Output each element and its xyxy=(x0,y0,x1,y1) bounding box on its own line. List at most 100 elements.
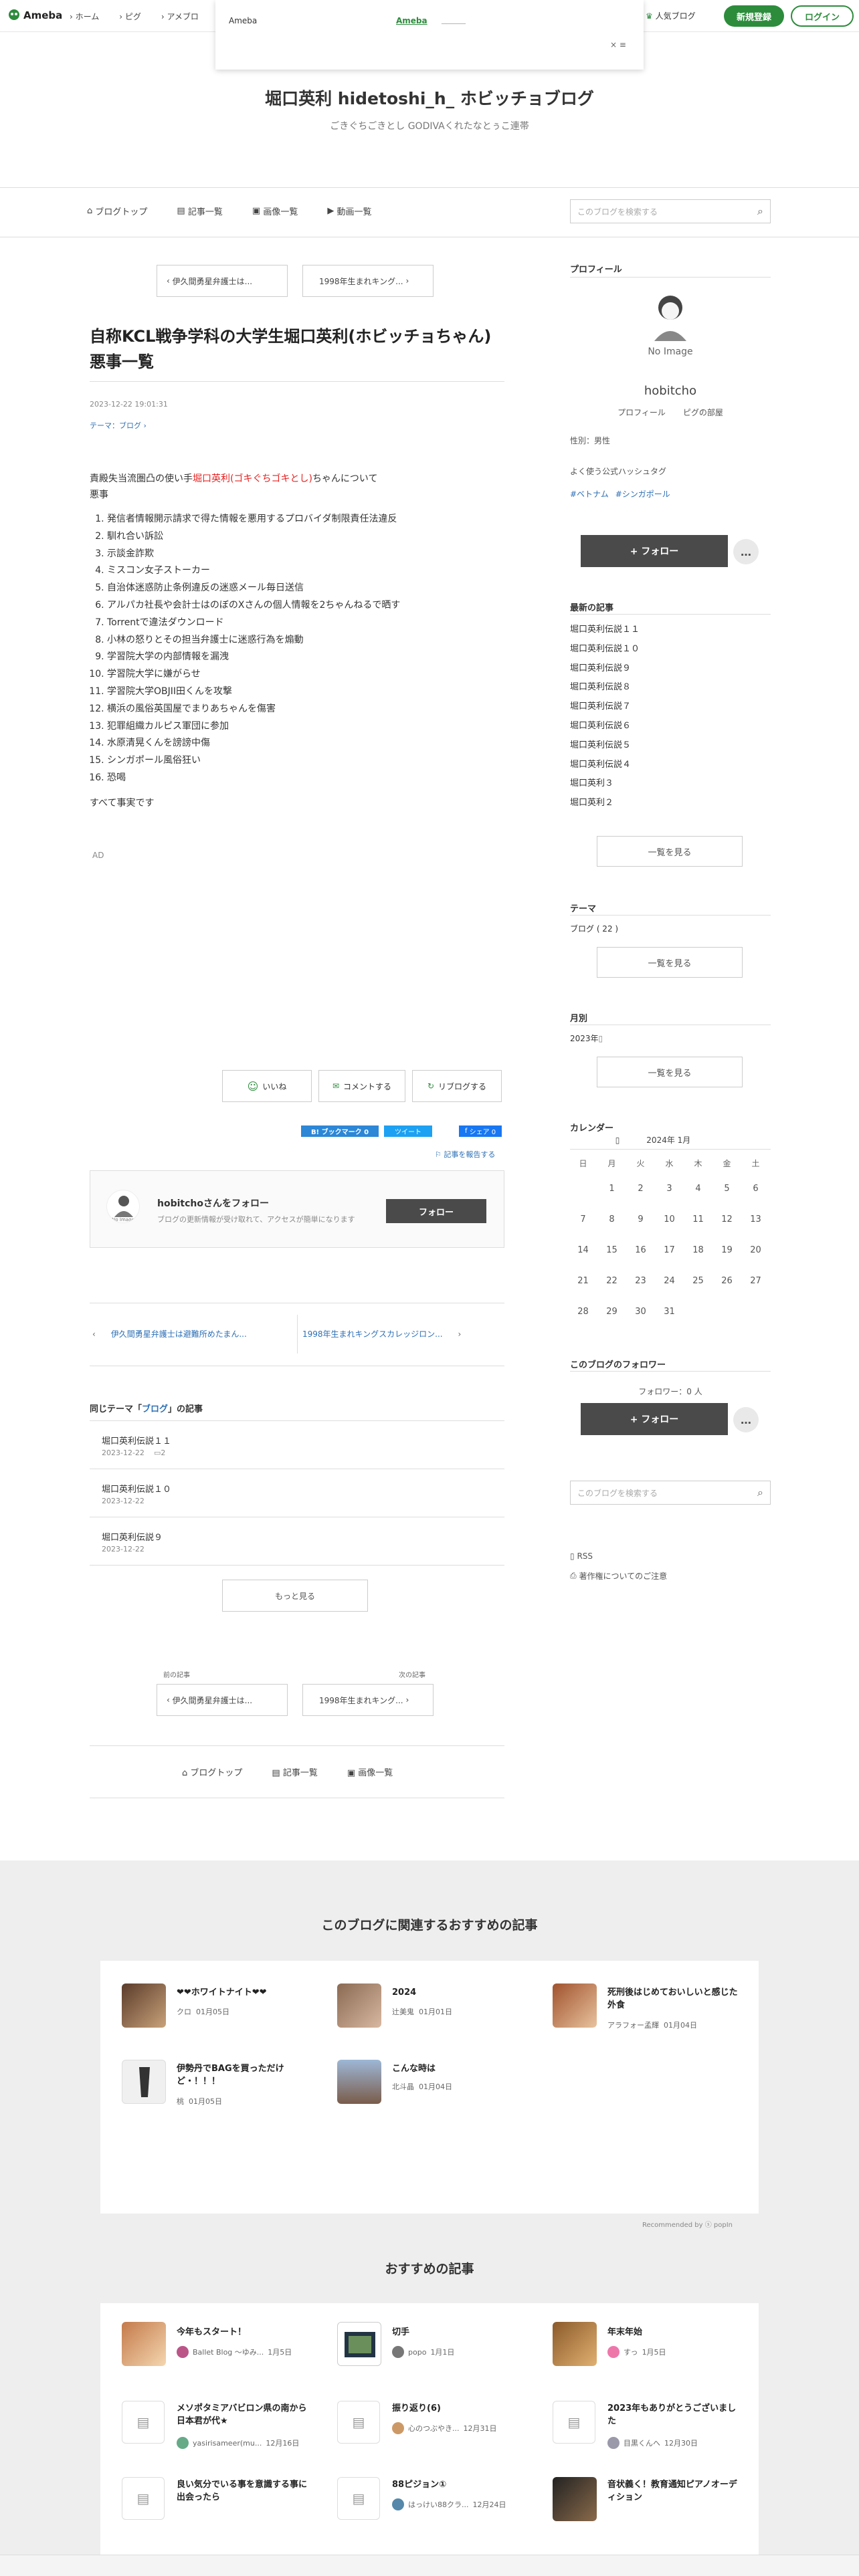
recommend-title[interactable]: 良い気分でいる事を意識する事に出会ったら xyxy=(177,2478,310,2504)
recent-article-link[interactable]: 堀口英利伝説４ xyxy=(570,756,640,775)
footer-tab-blog-top[interactable]: ⌂ ブログトップ xyxy=(182,1765,242,1778)
next-article-button-top[interactable]: 1998年生まれキング... › xyxy=(302,265,434,297)
profile-link[interactable]: プロフィール xyxy=(617,407,666,418)
report-article-link[interactable]: ⚐ 記事を報告する xyxy=(435,1149,495,1160)
recent-article-link[interactable]: 堀口英利伝説７ xyxy=(570,697,640,717)
related-thumbnail[interactable] xyxy=(337,2060,381,2104)
comment-button[interactable]: ✉ コメントする xyxy=(318,1070,405,1102)
recommend-thumbnail[interactable] xyxy=(553,2477,597,2521)
recent-article-link[interactable]: 堀口英利伝説５ xyxy=(570,736,640,756)
document-icon[interactable]: ▤ xyxy=(122,2477,165,2520)
recommend-title[interactable]: メソポタミアバビロン県の南から日本君が代★ xyxy=(177,2402,310,2428)
prev-article-link-bottom[interactable]: ‹ 伊久間勇星弁護士は避難所めたまん... xyxy=(92,1328,247,1339)
article-theme-link[interactable]: テーマ：ブログ › xyxy=(90,420,147,431)
related-thumbnail[interactable] xyxy=(553,1983,597,2028)
recommend-title[interactable]: 2023年もありがとうございました xyxy=(607,2402,741,2428)
next-article-button-bottom[interactable]: 1998年生まれキング... › xyxy=(302,1684,434,1716)
like-button[interactable]: ☺ いいね xyxy=(222,1070,312,1102)
recommend-heading: おすすめの記事 xyxy=(385,2262,474,2276)
recent-article-link[interactable]: 堀口英利伝説８ xyxy=(570,678,640,697)
recommend-title[interactable]: 切手 xyxy=(392,2326,526,2339)
login-button[interactable]: ログイン xyxy=(791,5,854,27)
sidebar-more-button[interactable]: … xyxy=(733,539,759,564)
recent-article-link[interactable]: 堀口英利伝説６ xyxy=(570,717,640,736)
tab-video-list[interactable]: ▶ 動画一覧 xyxy=(327,205,371,217)
recommend-title[interactable]: 88ピジョン① xyxy=(392,2478,526,2491)
copyright-link[interactable]: ⎙ 著作権についてのご注意 xyxy=(570,1570,667,1582)
recommend-title[interactable]: 振り返り(6) xyxy=(392,2402,526,2415)
recent-article-link[interactable]: 堀口英利３ xyxy=(570,774,640,794)
related-title[interactable]: 2024 xyxy=(392,1986,526,1999)
calendar-prev-icon[interactable]: ▯ xyxy=(615,1136,620,1145)
recent-article-link[interactable]: 堀口英利２ xyxy=(570,794,640,813)
next-article-link-bottom[interactable]: 1998年生まれキングスカレッジロン... › xyxy=(302,1328,461,1339)
recent-article-link[interactable]: 堀口英利伝説９ xyxy=(570,659,640,679)
footer-tab-image-list[interactable]: ▣ 画像一覧 xyxy=(347,1765,393,1778)
show-more-button[interactable]: もっと見る xyxy=(222,1580,368,1612)
document-icon[interactable]: ▤ xyxy=(337,2477,380,2520)
ameba-logo[interactable]: Ameba xyxy=(7,8,62,23)
recommend-thumbnail[interactable] xyxy=(553,2322,597,2366)
follow-box-button[interactable]: フォロー xyxy=(386,1199,486,1223)
popular-blog-link[interactable]: ♛ 人気ブログ xyxy=(646,10,696,21)
recommend-title[interactable]: 年末年始 xyxy=(607,2326,741,2339)
prev-article-button-bottom[interactable]: ‹ 伊久間勇星弁護士は... xyxy=(157,1684,288,1716)
tab-image-list[interactable]: ▣ 画像一覧 xyxy=(252,205,298,217)
calendar-day: 22 xyxy=(606,1275,617,1286)
related-title[interactable]: 死刑後はじめておいしいと感じた外食 xyxy=(607,1986,741,2012)
month-list-more-button[interactable]: 一覧を見る xyxy=(597,1057,743,1087)
blog-search-input[interactable]: このブログを検索する ⌕ xyxy=(570,199,771,223)
related-thumbnail[interactable] xyxy=(337,1983,381,2028)
sidebar-search-input[interactable]: このブログを検索する ⌕ xyxy=(570,1481,771,1505)
hashtag-link[interactable]: #シンガポール xyxy=(615,488,670,500)
recommend-thumbnail[interactable] xyxy=(337,2322,381,2366)
popup-link[interactable]: Ameba xyxy=(396,16,427,25)
calendar-weekday: 土 xyxy=(751,1158,760,1168)
blog-title[interactable]: 堀口英利 hidetoshi_h_ ホビッチョブログ xyxy=(0,86,859,110)
calendar-day: 30 xyxy=(635,1306,646,1317)
facebook-share-button[interactable]: f シェア 0 xyxy=(459,1125,502,1137)
recommend-meta: yasirisameer(mu... 12月16日 xyxy=(177,2437,299,2449)
hatena-bookmark-button[interactable]: B! ブックマーク 0 xyxy=(301,1125,379,1137)
nav-ameblo[interactable]: › アメブロ xyxy=(161,11,199,22)
related-title[interactable]: こんな時は xyxy=(392,2062,526,2075)
recommend-title[interactable]: 音状義く！教育通知ピアノオーディション xyxy=(607,2478,741,2504)
footer-tab-article-list[interactable]: ▤ 記事一覧 xyxy=(272,1765,317,1778)
sidebar-follow-button[interactable]: + フォロー xyxy=(581,535,728,567)
recent-article-link[interactable]: 堀口英利伝説１１ xyxy=(570,621,640,640)
followers-more-button[interactable]: … xyxy=(733,1407,759,1432)
recommend-title[interactable]: 今年もスタート！ xyxy=(177,2326,310,2339)
register-button[interactable]: 新規登録 xyxy=(724,5,784,27)
reblog-button[interactable]: ↻ リブログする xyxy=(412,1070,502,1102)
recommend-thumbnail[interactable] xyxy=(122,2322,166,2366)
prev-article-button-top[interactable]: ‹ 伊久間勇星弁護士は... xyxy=(157,265,288,297)
tab-article-list[interactable]: ▤ 記事一覧 xyxy=(177,205,222,217)
calendar-day: 1 xyxy=(609,1183,615,1194)
related-title[interactable]: 伊勢丹でBAGを買っただけど・！！！ xyxy=(177,2062,310,2088)
related-title[interactable]: ❤❤ホワイトナイト❤❤ xyxy=(177,1986,310,1999)
nav-pigg[interactable]: › ピグ xyxy=(119,11,141,22)
theme-list-more-button[interactable]: 一覧を見る xyxy=(597,947,743,978)
related-thumbnail[interactable] xyxy=(122,1983,166,2028)
month-item[interactable]: 2023年▯ xyxy=(570,1033,603,1044)
followers-follow-button[interactable]: + フォロー xyxy=(581,1403,728,1435)
nav-home[interactable]: › ホーム xyxy=(70,11,99,22)
same-theme-item-title[interactable]: 堀口英利伝説１０ xyxy=(102,1482,171,1495)
recent-article-link[interactable]: 堀口英利伝説１０ xyxy=(570,640,640,659)
related-thumbnail[interactable] xyxy=(122,2060,166,2104)
same-theme-item-title[interactable]: 堀口英利伝説１１ xyxy=(102,1434,171,1446)
document-icon[interactable]: ▤ xyxy=(337,2401,380,2444)
hashtag-link[interactable]: #ベトナム xyxy=(570,488,609,500)
tweet-button[interactable]: ツイート xyxy=(384,1125,432,1137)
rss-link[interactable]: ▯ RSS xyxy=(570,1551,593,1561)
profile-name[interactable]: hobitcho xyxy=(570,384,771,398)
tab-blog-top[interactable]: ⌂ ブログトップ xyxy=(87,205,147,217)
document-icon[interactable]: ▤ xyxy=(122,2401,165,2444)
profile-avatar[interactable]: No Image xyxy=(646,288,694,361)
pigg-room-link[interactable]: ピグの部屋 xyxy=(683,407,723,418)
same-theme-item-title[interactable]: 堀口英利伝説９ xyxy=(102,1530,163,1543)
theme-item[interactable]: ブログ ( 22 ) xyxy=(570,923,618,934)
popup-close-button[interactable]: × ≡ xyxy=(610,40,626,49)
recent-list-more-button[interactable]: 一覧を見る xyxy=(597,836,743,867)
document-icon[interactable]: ▤ xyxy=(553,2401,595,2444)
